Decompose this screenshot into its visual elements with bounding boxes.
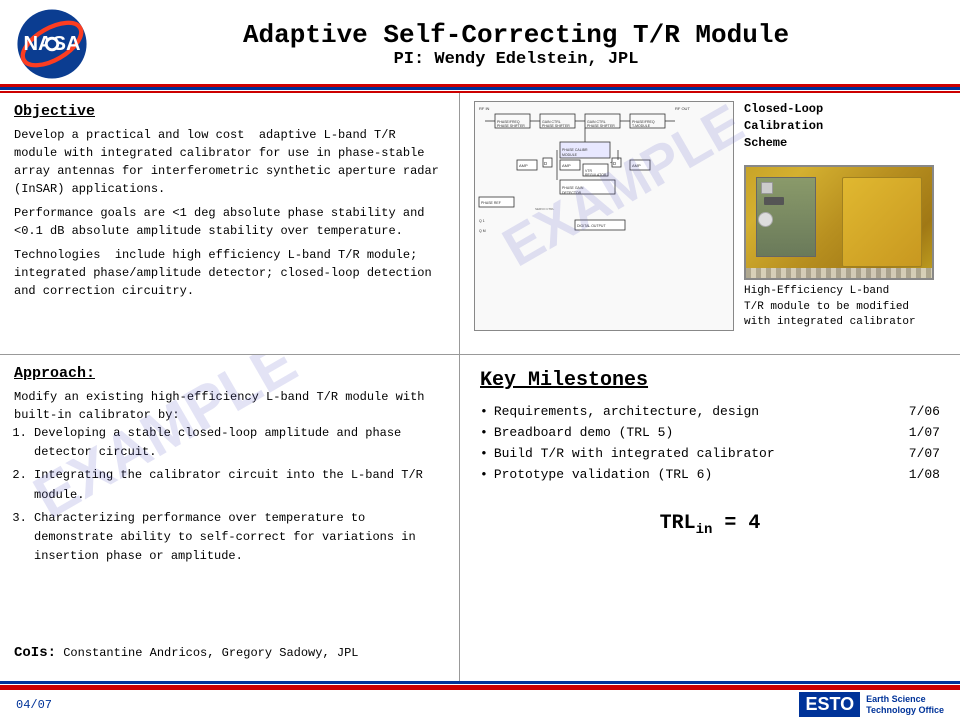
svg-text:AMP: AMP <box>519 163 528 168</box>
svg-text:RF IN: RF IN <box>479 106 490 111</box>
nasa-logo: NASA <box>16 8 88 80</box>
svg-text:Q 1: Q 1 <box>479 219 485 223</box>
approach-step-2: Integrating the calibrator circuit into … <box>34 466 445 504</box>
page-subtitle: PI: Wendy Edelstein, JPL <box>88 50 944 69</box>
milestones-section: Key Milestones • Requirements, architect… <box>460 355 960 681</box>
cois-line: CoIs: Constantine Andricos, Gregory Sado… <box>14 645 358 661</box>
cois-names: Constantine Andricos, Gregory Sadowy, JP… <box>63 646 358 660</box>
milestones-title: Key Milestones <box>480 369 940 392</box>
svg-text:AMP: AMP <box>562 163 571 168</box>
left-column: Objective Develop a practical and low co… <box>0 93 460 681</box>
svg-text:MODULE: MODULE <box>562 153 578 157</box>
esto-logo: ESTO Earth ScienceTechnology Office <box>799 692 944 717</box>
component-2 <box>764 197 784 205</box>
circuit-diagram: RF IN RF OUT PHASE/FREQ PHASE SHIFTER GA… <box>474 101 734 331</box>
ruler <box>746 268 932 278</box>
milestone-item-1: • Requirements, architecture, design 7/0… <box>480 404 940 419</box>
page-title: Adaptive Self-Correcting T/R Module <box>88 20 944 50</box>
diagram-section: RF IN RF OUT PHASE/FREQ PHASE SHIFTER GA… <box>460 93 960 355</box>
main-content: Objective Develop a practical and low co… <box>0 93 960 681</box>
diagram-area: RF IN RF OUT PHASE/FREQ PHASE SHIFTER GA… <box>474 101 946 346</box>
svg-text:AMP: AMP <box>632 163 641 168</box>
page-footer: 04/07 ESTO Earth ScienceTechnology Offic… <box>0 687 960 719</box>
svg-text:PHASE CALIBR: PHASE CALIBR <box>562 148 588 152</box>
objective-section: Objective Develop a practical and low co… <box>0 93 459 355</box>
esto-tagline: Earth ScienceTechnology Office <box>866 694 944 716</box>
component-1 <box>761 182 773 194</box>
footer-date: 04/07 <box>16 698 52 712</box>
milestone-date-4: 1/08 <box>900 467 940 482</box>
svg-text:SERVO CTRL: SERVO CTRL <box>535 207 554 211</box>
module-photo <box>744 165 934 280</box>
svg-text:T-MODULE: T-MODULE <box>632 124 651 128</box>
header-title-block: Adaptive Self-Correcting T/R Module PI: … <box>88 20 944 69</box>
svg-text:PHASE SHIFTER: PHASE SHIFTER <box>587 124 615 128</box>
objective-paragraph-2: Performance goals are <1 deg absolute ph… <box>14 204 445 240</box>
approach-title: Approach: <box>14 365 445 382</box>
milestone-date-2: 1/07 <box>900 425 940 440</box>
milestone-date-1: 7/06 <box>900 404 940 419</box>
module-photo-area: High-Efficiency L-bandT/R module to be m… <box>744 165 946 330</box>
circuit-svg: RF IN RF OUT PHASE/FREQ PHASE SHIFTER GA… <box>475 102 734 312</box>
objective-paragraph-3: Technologies include high efficiency L-b… <box>14 246 445 300</box>
approach-section: Approach: Modify an existing high-effici… <box>0 355 459 681</box>
trl-sub: in <box>696 522 713 538</box>
diagram-right-panel: Closed-LoopCalibrationScheme <box>744 101 946 346</box>
svg-text:PHASE GAIN: PHASE GAIN <box>562 186 584 190</box>
svg-text:PHASE REF: PHASE REF <box>481 201 501 205</box>
footer-blue-line <box>0 681 960 684</box>
trl-value: = 4 <box>712 512 760 535</box>
approach-steps: Developing a stable closed-loop amplitud… <box>34 424 445 566</box>
closed-loop-label: Closed-LoopCalibrationScheme <box>744 101 946 151</box>
milestone-label-3: Build T/R with integrated calibrator <box>494 446 900 461</box>
objective-paragraph-1: Develop a practical and low cost adaptiv… <box>14 126 445 198</box>
milestone-item-2: • Breadboard demo (TRL 5) 1/07 <box>480 425 940 440</box>
svg-text:Q M: Q M <box>479 229 486 233</box>
objective-title: Objective <box>14 103 445 120</box>
milestone-item-4: • Prototype validation (TRL 6) 1/08 <box>480 467 940 482</box>
svg-text:PHASE SHIFTER: PHASE SHIFTER <box>542 124 570 128</box>
approach-intro: Modify an existing high-efficiency L-ban… <box>14 388 445 424</box>
module-body <box>842 177 922 267</box>
right-column: RF IN RF OUT PHASE/FREQ PHASE SHIFTER GA… <box>460 93 960 681</box>
trl-label: TRL <box>660 512 696 535</box>
milestone-label-2: Breadboard demo (TRL 5) <box>494 425 900 440</box>
trl-display: TRLin = 4 <box>480 512 940 538</box>
page-header: NASA Adaptive Self-Correcting T/R Module… <box>0 0 960 87</box>
svg-text:REGULATOR: REGULATOR <box>585 173 607 177</box>
svg-text:DETECTOR: DETECTOR <box>562 191 582 195</box>
module-caption: High-Efficiency L-bandT/R module to be m… <box>744 284 946 330</box>
milestone-item-3: • Build T/R with integrated calibrator 7… <box>480 446 940 461</box>
svg-text:PHASE SHIFTER: PHASE SHIFTER <box>497 124 525 128</box>
approach-step-1: Developing a stable closed-loop amplitud… <box>34 424 445 462</box>
milestone-date-3: 7/07 <box>900 446 940 461</box>
milestone-label-1: Requirements, architecture, design <box>494 404 900 419</box>
svg-text:DIGITAL OUTPUT: DIGITAL OUTPUT <box>577 224 606 228</box>
approach-step-3: Characterizing performance over temperat… <box>34 509 445 567</box>
cois-label: CoIs: <box>14 645 56 661</box>
milestones-list: • Requirements, architecture, design 7/0… <box>480 404 940 482</box>
esto-logo-box: ESTO <box>799 692 860 717</box>
milestone-label-4: Prototype validation (TRL 6) <box>494 467 900 482</box>
blue-line <box>0 87 960 90</box>
svg-text:RF OUT: RF OUT <box>675 106 690 111</box>
